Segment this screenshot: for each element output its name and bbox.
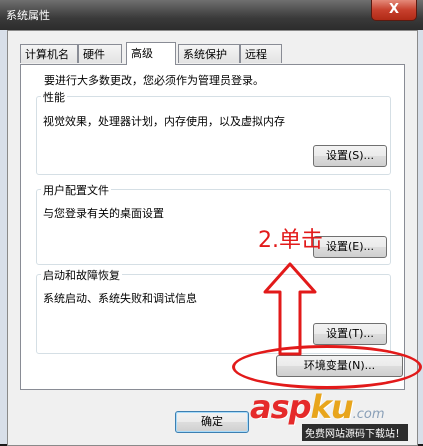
admin-note: 要进行大多数更改，您必须作为管理员登录。 [44,74,264,87]
performance-desc: 视觉效果，处理器计划，内存使用，以及虚拟内存 [43,115,285,128]
advanced-tab-panel: 要进行大多数更改，您必须作为管理员登录。 性能 视觉效果，处理器计划，内存使用，… [20,64,405,390]
performance-group: 性能 视觉效果，处理器计划，内存使用，以及虚拟内存 设置(S)... [36,89,391,175]
window-title: 系统属性 [6,9,50,22]
performance-title: 性能 [41,89,67,105]
tab-hardware[interactable]: 硬件 [78,44,122,63]
user-profiles-group: 用户配置文件 与您登录有关的桌面设置 设置(E)... [36,182,391,265]
watermark-com: .com [352,407,385,422]
close-button[interactable]: X [371,0,417,21]
up-arrow-icon [263,262,317,356]
title-bar[interactable]: 系统属性 X [0,0,423,30]
watermark-logo: aspku.com 免费网站源码下载站！ [250,388,408,441]
startup-recovery-group: 启动和故障恢复 系统启动、系统失败和调试信息 设置(T)... [36,267,391,354]
startup-recovery-title: 启动和故障恢复 [41,267,122,283]
startup-recovery-desc: 系统启动、系统失败和调试信息 [43,292,197,305]
watermark-ku: ku [310,388,354,426]
user-profiles-desc: 与您登录有关的桌面设置 [43,207,164,220]
user-profiles-settings-button[interactable]: 设置(E)... [313,236,387,258]
step-annotation: 2.单击 [258,228,323,253]
tab-system-protection[interactable]: 系统保护 [178,44,240,63]
highlight-ellipse [232,345,422,389]
watermark-subtitle: 免费网站源码下载站！ [302,424,408,441]
watermark-asp: asp [250,388,312,426]
tab-remote[interactable]: 远程 [240,44,282,63]
ok-button[interactable]: 确定 [175,411,249,433]
user-profiles-title: 用户配置文件 [41,182,111,198]
performance-settings-button[interactable]: 设置(S)... [313,145,387,167]
tab-advanced[interactable]: 高级 [126,42,176,65]
startup-recovery-settings-button[interactable]: 设置(T)... [313,323,387,345]
tab-computer-name[interactable]: 计算机名 [20,44,78,63]
